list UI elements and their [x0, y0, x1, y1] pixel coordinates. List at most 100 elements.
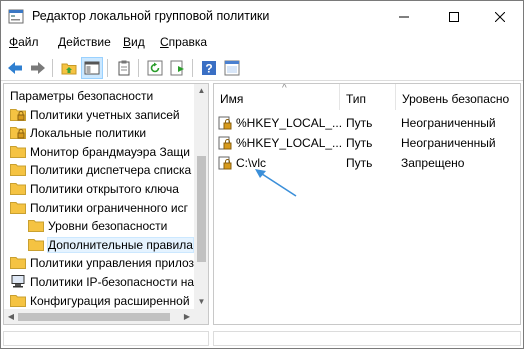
tree-item[interactable]: Политики IP-безопасности на [4, 273, 194, 291]
forward-button[interactable] [27, 57, 49, 79]
clipboard-icon [118, 60, 130, 76]
rule-type: Путь [346, 156, 373, 170]
toolbar-separator [138, 59, 139, 77]
tree-item-label: Политики IP-безопасности на [30, 275, 195, 289]
column-header-security-level[interactable]: Уровень безопасно [396, 84, 520, 110]
column-header-type-label: Тип [346, 92, 367, 106]
tree-item-label: Монитор брандмауэра Защи [30, 144, 190, 159]
toolbar-separator [52, 59, 53, 77]
tree-item[interactable]: Политики учетных записей [4, 106, 194, 124]
scroll-up-arrow-icon[interactable]: ▲ [197, 84, 206, 98]
toolbar-separator [192, 59, 193, 77]
scroll-right-arrow-icon[interactable]: ▶ [180, 309, 194, 324]
folder-icon [10, 164, 26, 177]
window-title: Редактор локальной групповой политики [32, 9, 270, 23]
scroll-down-arrow-icon[interactable]: ▼ [197, 295, 206, 309]
column-header-type[interactable]: Тип [340, 84, 396, 110]
refresh-button[interactable] [144, 57, 166, 79]
tree-item-label: Политики учетных записей [30, 107, 180, 122]
tree-item-label: Политики управления прилоз [30, 256, 195, 271]
column-header-name[interactable]: ^ Имя [214, 84, 340, 110]
svg-text:?: ? [205, 62, 212, 76]
tree-pane: Параметры безопасности Политики учетных з… [3, 83, 209, 325]
tree-horizontal-scrollbar[interactable]: ◀ ▶ [4, 309, 194, 324]
help-icon: ? [202, 61, 216, 76]
toolbar-separator [107, 59, 108, 77]
export-list-button[interactable] [167, 57, 189, 79]
status-segment [3, 331, 209, 346]
locked-folder-icon [10, 127, 26, 140]
tree-item-label: Параметры безопасности [10, 89, 154, 103]
menu-view[interactable]: Вид [123, 35, 145, 49]
rule-name: %HKEY_LOCAL_... [236, 116, 343, 130]
rule-security-level: Запрещено [401, 156, 465, 170]
path-rule-icon [218, 116, 232, 130]
tree-item[interactable]: Монитор брандмауэра Защи [4, 143, 194, 161]
list-item[interactable]: %HKEY_LOCAL_... Путь Неограниченный [214, 133, 520, 152]
tree-item[interactable]: Локальные политики [4, 124, 194, 142]
path-rule-icon [218, 156, 232, 170]
minimize-button[interactable] [381, 1, 427, 32]
tree-item[interactable]: Политики управления прилоз [4, 254, 194, 272]
properties-button[interactable] [221, 57, 243, 79]
rule-name: %HKEY_LOCAL_... [236, 136, 343, 150]
tree-vertical-scrollbar[interactable]: ▲ ▼ [194, 84, 208, 309]
tree-item[interactable]: Политики диспетчера списка [4, 161, 194, 179]
minimize-icon [399, 16, 409, 17]
scroll-left-arrow-icon[interactable]: ◀ [4, 309, 18, 324]
menu-bar: Файл Действие Вид Справка [1, 32, 523, 52]
tree-item[interactable]: Политики открытого ключа [4, 180, 194, 198]
status-segment [213, 331, 521, 346]
locked-folder-icon [10, 108, 26, 121]
refresh-icon [147, 60, 163, 76]
menu-action[interactable]: Действие [58, 35, 111, 49]
sort-ascending-icon: ^ [282, 83, 287, 94]
up-folder-icon [61, 63, 77, 75]
folder-icon [10, 145, 26, 158]
menu-action-accesskey: Д [58, 35, 67, 49]
menu-help-accesskey: С [160, 35, 169, 49]
menu-help-label: правка [168, 35, 208, 49]
menu-file-accesskey: Ф [9, 35, 19, 49]
policy-editor-app-icon [8, 9, 24, 24]
tree-item-label: Конфигурация расширенной [30, 293, 190, 308]
tree-item-label: Уровни безопасности [48, 219, 168, 234]
tree-item[interactable]: Уровни безопасности [4, 217, 194, 235]
column-header-security-level-label: Уровень безопасно [402, 92, 510, 106]
maximize-button[interactable] [431, 1, 477, 32]
rule-security-level: Неограниченный [401, 116, 496, 130]
folder-icon [28, 220, 44, 233]
status-bar [1, 328, 523, 348]
menu-help[interactable]: Справка [160, 35, 207, 49]
tree-item[interactable]: Дополнительные правила [4, 236, 194, 254]
tree-item[interactable]: Политики ограниченного исг [4, 199, 194, 217]
list-item[interactable]: %HKEY_LOCAL_... Путь Неограниченный [214, 113, 520, 132]
close-icon [495, 11, 505, 22]
column-header-name-label: Имя [220, 92, 244, 106]
tree-item[interactable]: Параметры безопасности [4, 87, 194, 105]
clipboard-button[interactable] [113, 57, 135, 79]
folder-icon [10, 257, 26, 270]
tree-item-label: Дополнительные правила [47, 236, 194, 253]
app-window: Редактор локальной групповой политики Фа… [0, 0, 524, 349]
properties-icon [224, 60, 240, 76]
up-level-button[interactable] [58, 57, 80, 79]
menu-view-label: ид [131, 35, 145, 49]
callout-arrow-icon [255, 169, 297, 197]
forward-arrow-icon [31, 62, 45, 74]
folder-icon [28, 238, 44, 251]
maximize-icon [449, 11, 459, 22]
show-hide-tree-button[interactable] [81, 57, 103, 79]
show-hide-tree-icon [84, 61, 100, 75]
scroll-thumb[interactable] [197, 156, 206, 262]
scroll-thumb[interactable] [18, 313, 170, 321]
close-button[interactable] [477, 1, 523, 32]
help-button[interactable]: ? [198, 57, 220, 79]
path-rule-icon [218, 136, 232, 150]
back-button[interactable] [4, 57, 26, 79]
title-bar: Редактор локальной групповой политики [1, 1, 523, 32]
tree-item[interactable]: Конфигурация расширенной [4, 292, 194, 310]
menu-file-label: айл [18, 35, 39, 49]
menu-file[interactable]: Файл [9, 35, 39, 49]
folder-icon [10, 201, 26, 214]
